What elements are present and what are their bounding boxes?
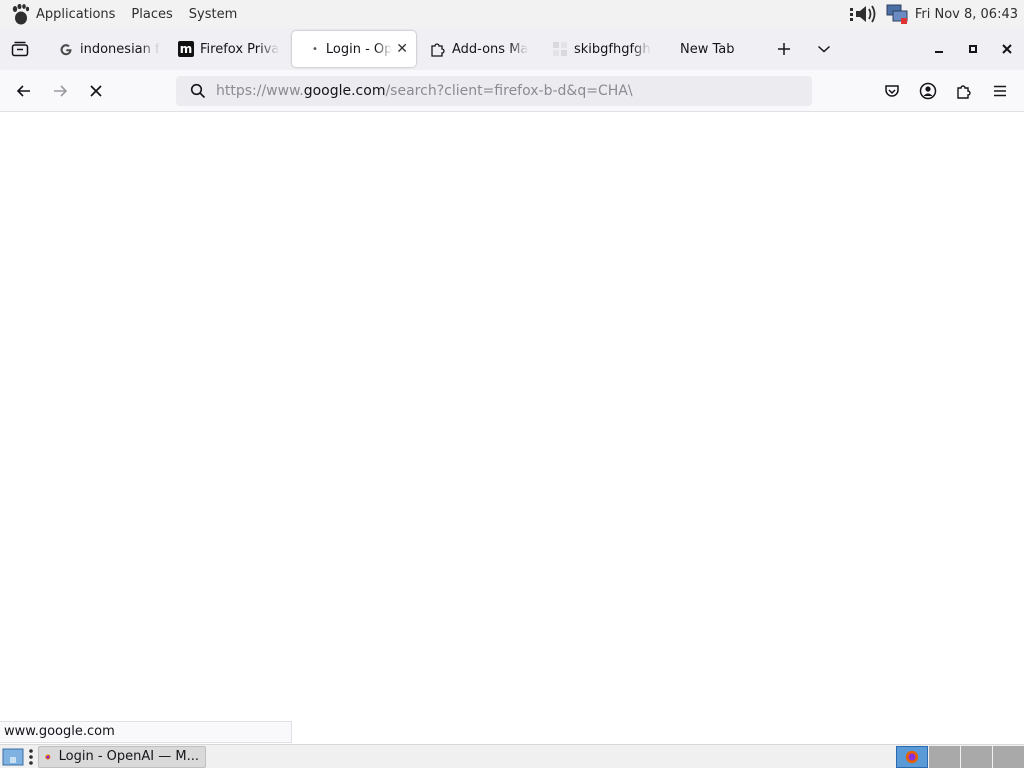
- tab-label: New Tab: [680, 41, 735, 57]
- account-icon: [919, 82, 937, 100]
- stop-x-icon: [90, 84, 102, 97]
- bottom-panel: Login - OpenAI — M...: [0, 744, 1024, 768]
- places-menu[interactable]: Places: [123, 0, 180, 28]
- firefox-icon: [905, 750, 919, 763]
- close-icon: [1002, 44, 1012, 54]
- panel-handle-icon: [29, 748, 33, 765]
- tab-login-openai[interactable]: • Login - Op ✕: [292, 31, 416, 67]
- back-arrow-icon: [16, 84, 30, 97]
- network-icon[interactable]: [885, 3, 909, 25]
- chevron-down-icon: [817, 45, 831, 53]
- loading-dot-icon: •: [312, 43, 318, 55]
- volume-icon[interactable]: [849, 4, 879, 24]
- taskbar-window-button[interactable]: Login - OpenAI — M...: [38, 745, 206, 768]
- tab-label: Login - Op: [325, 41, 393, 57]
- url-path: /search?client=firefox-b-d&q=CHA\: [385, 83, 633, 99]
- clock[interactable]: Fri Nov 8, 06:43: [915, 7, 1018, 22]
- account-button[interactable]: [910, 75, 946, 107]
- workspace-2[interactable]: [928, 745, 960, 768]
- list-all-tabs-button[interactable]: [806, 31, 842, 67]
- search-icon: [190, 83, 206, 99]
- status-panel: www.google.com: [0, 721, 292, 743]
- tab-label: indonesian f: [80, 41, 160, 57]
- url-domain: google.com: [303, 83, 386, 99]
- hamburger-menu-icon: [994, 85, 1006, 97]
- workspace-4[interactable]: [992, 745, 1024, 768]
- extensions-button[interactable]: [946, 75, 982, 107]
- url-bar[interactable]: https://www.google.com/search?client=fir…: [176, 76, 812, 106]
- applications-menu[interactable]: Applications: [34, 0, 123, 28]
- firefox-view-button[interactable]: [2, 31, 38, 67]
- stop-loading-button[interactable]: [78, 75, 114, 107]
- puzzle-icon: [957, 85, 971, 99]
- page-content[interactable]: [0, 112, 1024, 744]
- tab-add-ons[interactable]: Add-ons Ma: [422, 31, 542, 67]
- tab-new-tab[interactable]: New Tab: [666, 31, 786, 67]
- tab-strip: indonesian f m Firefox Priva • Login - O…: [0, 28, 1024, 70]
- google-g-icon: [58, 41, 74, 57]
- maximize-icon: [969, 45, 977, 53]
- back-button[interactable]: [6, 75, 42, 107]
- tab-skibgfhgfgh[interactable]: skibgfhgfgh: [544, 31, 664, 67]
- tab-label: skibgfhgfgh: [574, 41, 651, 57]
- close-tab-icon[interactable]: ✕: [396, 41, 408, 57]
- tab-label: Add-ons Ma: [452, 41, 529, 57]
- close-window-button[interactable]: [990, 31, 1024, 67]
- url-text[interactable]: https://www.google.com/search?client=fir…: [216, 83, 633, 99]
- forward-arrow-icon: [54, 84, 68, 97]
- generic-page-icon: [552, 41, 568, 57]
- pocket-icon: [885, 85, 899, 97]
- url-prefix: https://www.: [216, 83, 304, 99]
- firefox-view-icon: [11, 41, 29, 57]
- puzzle-icon: [430, 41, 446, 57]
- mozilla-m-icon: m: [178, 41, 194, 57]
- app-menu-button[interactable]: [982, 75, 1018, 107]
- pocket-button[interactable]: [874, 75, 910, 107]
- workspace-1[interactable]: [896, 745, 928, 768]
- gnome-foot-icon[interactable]: [10, 3, 30, 25]
- system-menu[interactable]: System: [181, 0, 245, 28]
- tab-firefox-privacy[interactable]: m Firefox Priva: [170, 31, 290, 67]
- navigation-toolbar: https://www.google.com/search?client=fir…: [0, 70, 1024, 112]
- minimize-icon: [935, 51, 943, 53]
- workspace-3[interactable]: [960, 745, 992, 768]
- minimize-button[interactable]: [922, 31, 956, 67]
- forward-button[interactable]: [42, 75, 78, 107]
- taskbar-window-title: Login - OpenAI — M...: [58, 749, 199, 764]
- top-panel: Applications Places System Fri Nov 8, 06…: [0, 0, 1024, 28]
- show-desktop-icon[interactable]: [2, 747, 24, 767]
- firefox-icon: [45, 754, 51, 759]
- tab-indonesian[interactable]: indonesian f: [50, 31, 170, 67]
- maximize-button[interactable]: [956, 31, 990, 67]
- tab-label: Firefox Priva: [200, 41, 280, 57]
